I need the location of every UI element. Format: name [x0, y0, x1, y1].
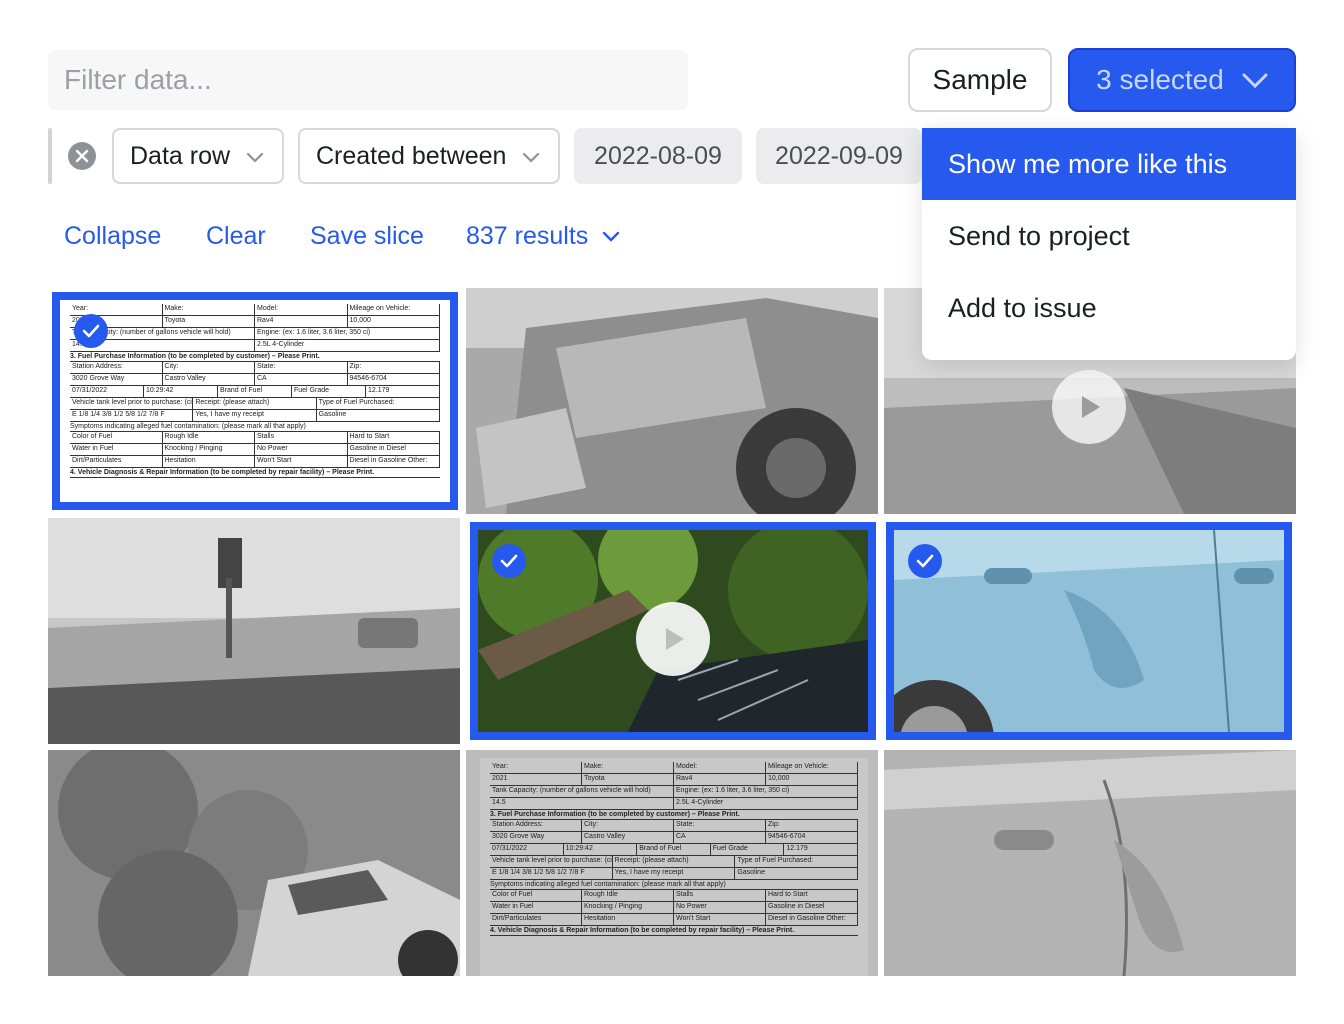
data-row-tile-image[interactable] — [886, 522, 1292, 740]
collapse-link[interactable]: Collapse — [64, 222, 161, 251]
data-row-tile-image[interactable] — [466, 288, 878, 514]
menu-item-add-to-issue[interactable]: Add to issue — [922, 272, 1296, 344]
save-slice-link[interactable]: Save slice — [310, 222, 424, 251]
results-count: 837 results — [466, 222, 589, 250]
date-to-value: 2022-09-09 — [775, 141, 903, 170]
data-row-tile-document[interactable]: Year:Make:Model:Mileage on Vehicle: 2021… — [52, 292, 458, 510]
data-row-tile-image[interactable] — [48, 750, 460, 976]
selected-button-label: 3 selected — [1096, 64, 1224, 95]
play-icon[interactable] — [1052, 370, 1126, 444]
filter-input[interactable] — [48, 50, 688, 110]
car-door-thumbnail — [884, 750, 1296, 976]
dented-car-thumbnail — [894, 530, 1284, 732]
chevron-down-icon — [246, 146, 264, 175]
data-row-tile-document[interactable]: Year:Make:Model:Mileage on Vehicle: 2021… — [466, 750, 878, 976]
check-icon[interactable] — [74, 314, 108, 348]
chevron-down-icon — [1242, 64, 1268, 96]
selection-actions-menu: Show me more like this Send to project A… — [922, 128, 1296, 360]
sample-button-label: Sample — [932, 64, 1028, 95]
data-row-tile-video[interactable] — [470, 522, 876, 740]
fallen-tree-thumbnail — [48, 750, 460, 976]
date-from-field[interactable]: 2022-08-09 — [574, 128, 742, 184]
field-select[interactable]: Data row — [112, 128, 284, 184]
menu-item-send-to-project[interactable]: Send to project — [922, 200, 1296, 272]
remove-filter-icon[interactable] — [68, 142, 96, 170]
operator-select-label: Created between — [316, 141, 507, 170]
selected-dropdown-button[interactable]: 3 selected — [1068, 48, 1296, 112]
operator-select[interactable]: Created between — [298, 128, 560, 184]
document-thumbnail: Year:Make:Model:Mileage on Vehicle: 2021… — [60, 300, 450, 502]
check-icon[interactable] — [492, 544, 526, 578]
document-thumbnail: Year:Make:Model:Mileage on Vehicle: 2021… — [480, 758, 868, 976]
chevron-down-icon — [522, 146, 540, 175]
clear-link[interactable]: Clear — [206, 222, 266, 251]
car-crash-thumbnail — [466, 288, 878, 514]
date-from-value: 2022-08-09 — [594, 141, 722, 170]
data-row-tile-image[interactable] — [48, 518, 460, 744]
dashcam-thumbnail — [48, 518, 460, 744]
sample-button[interactable]: Sample — [908, 48, 1052, 112]
field-select-label: Data row — [130, 141, 231, 170]
filter-row-indicator — [48, 128, 52, 184]
data-row-tile-image[interactable] — [884, 750, 1296, 976]
play-icon[interactable] — [636, 602, 710, 676]
check-icon[interactable] — [908, 544, 942, 578]
results-dropdown[interactable]: 837 results — [466, 222, 620, 251]
chevron-down-icon — [602, 222, 620, 251]
date-to-field[interactable]: 2022-09-09 — [756, 128, 922, 184]
menu-item-show-more-like-this[interactable]: Show me more like this — [922, 128, 1296, 200]
